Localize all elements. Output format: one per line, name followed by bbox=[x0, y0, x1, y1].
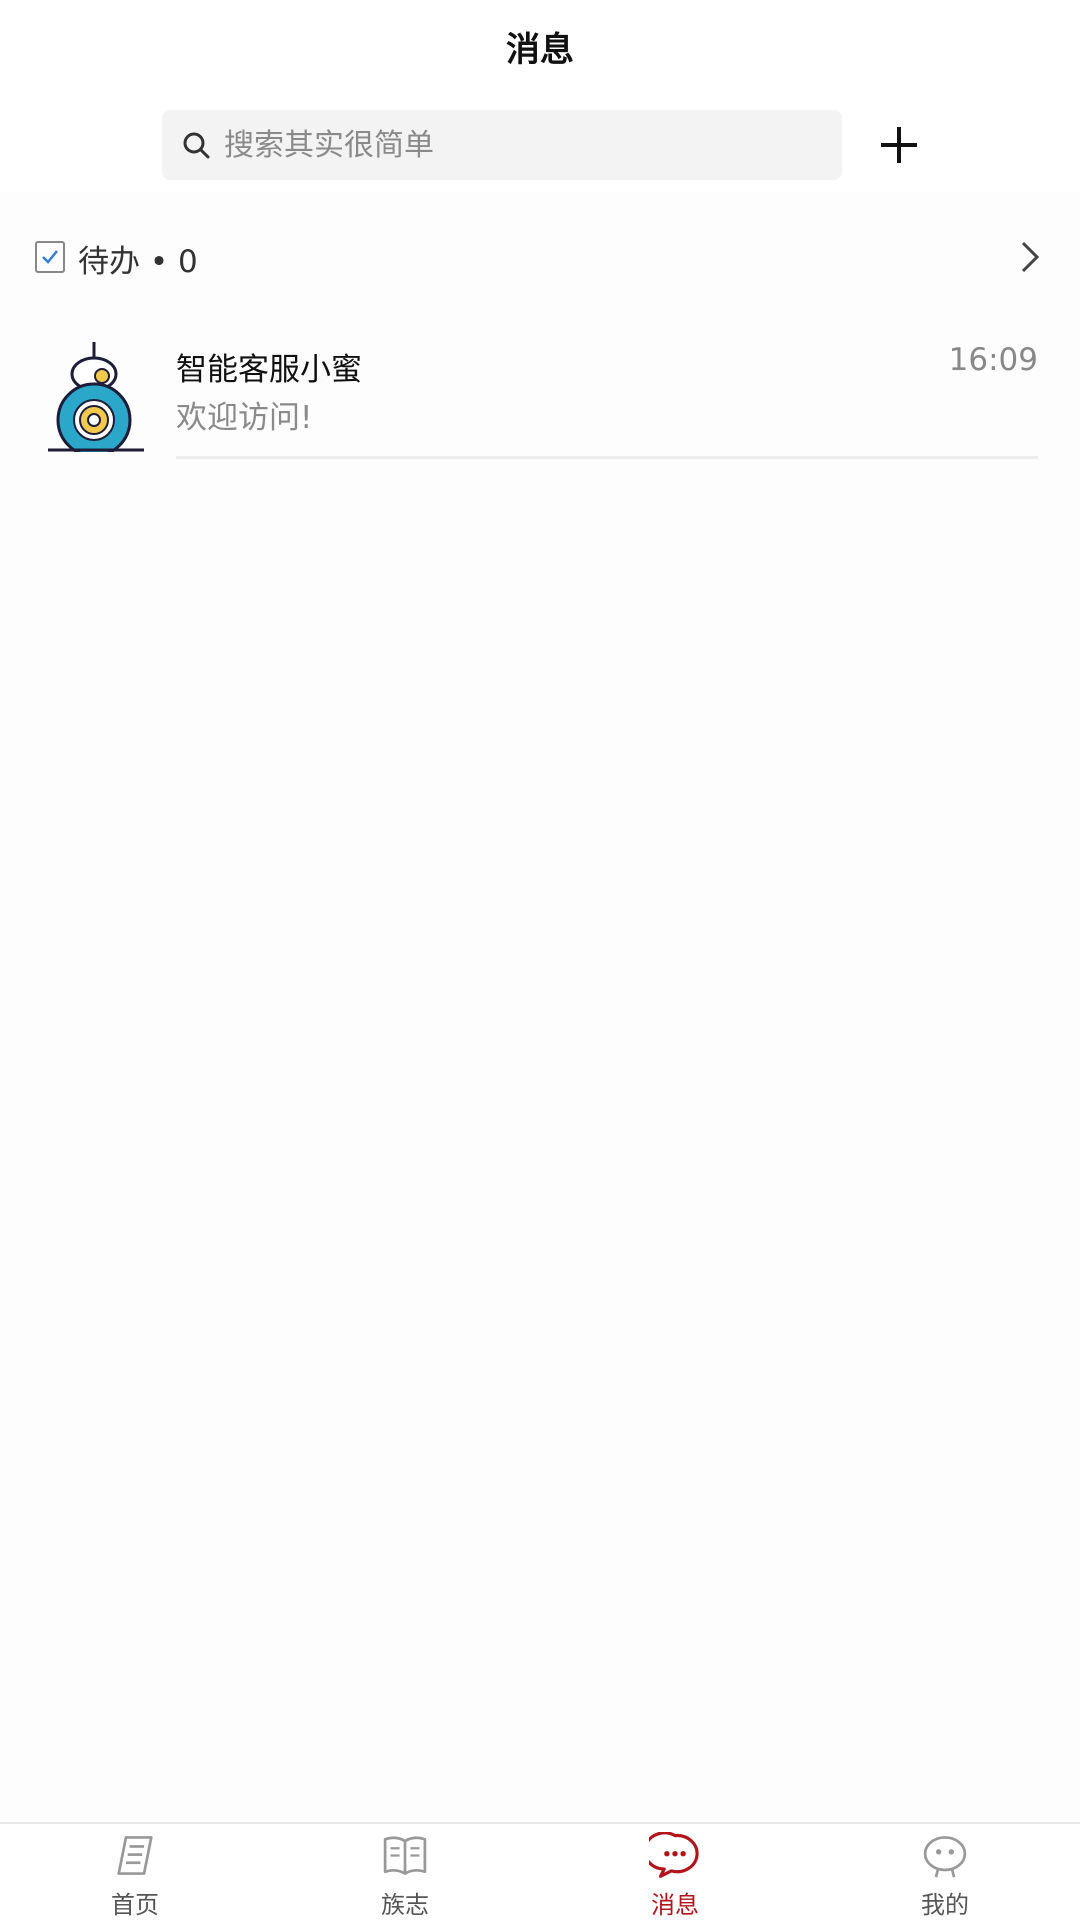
top-bar: 消息 bbox=[0, 0, 1080, 92]
robot-avatar-icon bbox=[48, 342, 144, 452]
todo-row[interactable]: 待办 • 0 bbox=[0, 222, 1080, 292]
tab-messages[interactable]: 消息 bbox=[540, 1824, 810, 1920]
tab-profile[interactable]: 我的 bbox=[810, 1824, 1080, 1920]
divider bbox=[176, 456, 1038, 459]
tab-label-profile: 我的 bbox=[921, 1891, 969, 1919]
conversation-name: 智能客服小蜜 bbox=[176, 352, 362, 388]
todo-label: 待办 • 0 bbox=[78, 244, 198, 280]
conversation-preview: 欢迎访问! bbox=[176, 400, 313, 436]
bottom-tab-bar: 首页 族志 消息 我的 bbox=[0, 1822, 1080, 1920]
search-row bbox=[0, 110, 1080, 180]
search-icon bbox=[180, 128, 214, 162]
tab-label-clan-records: 族志 bbox=[381, 1891, 429, 1919]
add-button[interactable] bbox=[866, 112, 932, 178]
conversation-time: 16:09 bbox=[948, 342, 1038, 378]
tab-label-messages: 消息 bbox=[651, 1891, 699, 1919]
conversation-item[interactable]: 智能客服小蜜 16:09 欢迎访问! bbox=[0, 322, 1080, 458]
search-input[interactable] bbox=[224, 115, 784, 175]
robot-face-icon bbox=[923, 1836, 967, 1878]
tab-home[interactable]: 首页 bbox=[0, 1824, 270, 1920]
notebook-icon bbox=[117, 1836, 153, 1875]
chat-bubble-icon bbox=[649, 1832, 699, 1878]
page-title: 消息 bbox=[506, 29, 574, 70]
chevron-right-icon bbox=[1021, 241, 1040, 273]
tab-clan-records[interactable]: 族志 bbox=[270, 1824, 540, 1920]
message-list: 待办 • 0 智能客服小蜜 16:09 欢迎访问! bbox=[0, 192, 1080, 1822]
search-box[interactable] bbox=[162, 110, 842, 180]
checkbox-icon bbox=[35, 241, 65, 273]
plus-icon bbox=[881, 127, 917, 163]
book-icon bbox=[383, 1836, 427, 1875]
tab-label-home: 首页 bbox=[111, 1891, 159, 1919]
